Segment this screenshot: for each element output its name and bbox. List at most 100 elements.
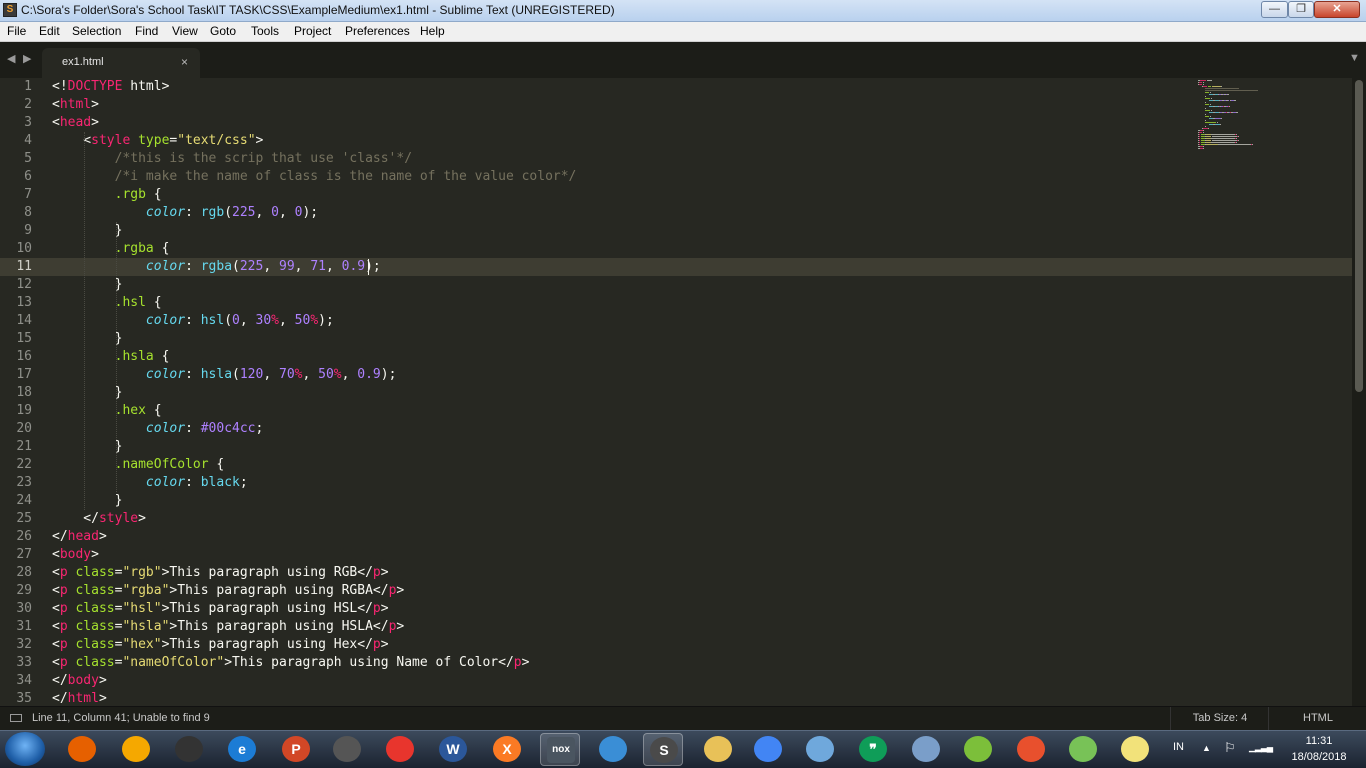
code-line[interactable]: color: rgb(225, 0, 0); bbox=[52, 204, 318, 222]
action-center-icon[interactable]: ⚐ bbox=[1224, 740, 1236, 756]
menu-goto[interactable]: Goto bbox=[210, 24, 236, 38]
show-hidden-icons-arrow-icon[interactable]: ▲ bbox=[1202, 743, 1211, 753]
code-line[interactable]: </html> bbox=[52, 690, 107, 706]
code-line[interactable]: <p class="nameOfColor">This paragraph us… bbox=[52, 654, 529, 672]
tab-ex1-html[interactable]: ex1.html × bbox=[42, 48, 200, 78]
code-line[interactable]: } bbox=[52, 384, 123, 402]
language-indicator[interactable]: IN bbox=[1173, 741, 1184, 753]
minimap-line bbox=[1198, 142, 1200, 143]
editor-area[interactable]: 1 2 3 4 5 6 7 8 9 10 11 12 13 14 15 16 17 18 19 20 21 22 23 24 2… bbox=[0, 78, 1352, 706]
menu-preferences[interactable]: Preferences bbox=[345, 24, 410, 38]
firefox-taskbar-button[interactable] bbox=[62, 733, 102, 766]
code-line[interactable]: <p class="rgba">This paragraph using RGB… bbox=[52, 582, 404, 600]
code-line[interactable]: /*this is the scrip that use 'class'*/ bbox=[52, 150, 412, 168]
menu-find[interactable]: Find bbox=[135, 24, 158, 38]
clock-time[interactable]: 11:31 bbox=[1284, 735, 1354, 747]
menu-project[interactable]: Project bbox=[294, 24, 331, 38]
menu-tools[interactable]: Tools bbox=[251, 24, 279, 38]
tab-forward-arrow-icon[interactable]: ▶ bbox=[23, 52, 31, 65]
code-line[interactable]: <head> bbox=[52, 114, 99, 132]
code-line[interactable]: } bbox=[52, 276, 123, 294]
code-line[interactable]: <p class="hsl">This paragraph using HSL<… bbox=[52, 600, 389, 618]
android-studio-taskbar-button[interactable] bbox=[1063, 733, 1103, 766]
code-line[interactable]: } bbox=[52, 330, 123, 348]
code-line[interactable]: } bbox=[52, 438, 123, 456]
tab-close-icon[interactable]: × bbox=[181, 55, 188, 69]
syntax-indicator[interactable]: HTML bbox=[1268, 707, 1366, 730]
nox-taskbar-button[interactable]: nox bbox=[540, 733, 580, 766]
close-button[interactable]: ✕ bbox=[1314, 1, 1360, 18]
unity-taskbar-button[interactable] bbox=[169, 733, 209, 766]
menu-help[interactable]: Help bbox=[420, 24, 445, 38]
sticky-notes-taskbar-button[interactable] bbox=[1115, 733, 1155, 766]
chrome-taskbar-button[interactable] bbox=[748, 733, 788, 766]
microphone-taskbar-button[interactable] bbox=[327, 733, 367, 766]
hangouts-taskbar-button[interactable]: ❞ bbox=[853, 733, 893, 766]
code-line[interactable]: .rgba { bbox=[52, 240, 170, 258]
internet-explorer-taskbar-button[interactable]: e bbox=[222, 733, 262, 766]
xampp-sun-taskbar-button[interactable] bbox=[116, 733, 156, 766]
code-line[interactable]: color: rgba(225, 99, 71, 0.9); bbox=[52, 258, 381, 276]
code-token: 0 bbox=[232, 313, 240, 328]
code-token: type bbox=[138, 133, 170, 148]
tab-size-indicator[interactable]: Tab Size: 4 bbox=[1170, 707, 1269, 730]
tab-dropdown-icon[interactable]: ▼ bbox=[1349, 52, 1360, 64]
minimap-line bbox=[1205, 104, 1209, 105]
code-line[interactable]: .hex { bbox=[52, 402, 162, 420]
sublime-text-taskbar-button[interactable]: S bbox=[643, 733, 683, 766]
code-line[interactable]: <body> bbox=[52, 546, 99, 564]
code-line[interactable]: .hsla { bbox=[52, 348, 170, 366]
code-line[interactable]: </head> bbox=[52, 528, 107, 546]
maximize-button[interactable]: ❐ bbox=[1288, 1, 1314, 18]
file-explorer-taskbar-button[interactable] bbox=[698, 733, 738, 766]
code-line[interactable]: .hsl { bbox=[52, 294, 162, 312]
notepad-taskbar-button[interactable] bbox=[800, 733, 840, 766]
code-line[interactable]: </body> bbox=[52, 672, 107, 690]
code-token: color bbox=[145, 421, 186, 436]
network-signal-icon[interactable]: ▁▂▃▄ bbox=[1249, 742, 1273, 753]
code-token: } bbox=[52, 493, 123, 508]
start-button[interactable] bbox=[5, 732, 45, 766]
tab-back-arrow-icon[interactable]: ◀ bbox=[7, 52, 15, 65]
code-token: , bbox=[294, 259, 311, 274]
line-number: 3 bbox=[24, 115, 32, 130]
code-line[interactable]: color: hsl(0, 30%, 50%); bbox=[52, 312, 334, 330]
word-taskbar-button[interactable]: W bbox=[433, 733, 473, 766]
tool-app-icon bbox=[1017, 736, 1045, 762]
panel-toggle-icon[interactable] bbox=[10, 714, 22, 722]
menu-edit[interactable]: Edit bbox=[39, 24, 60, 38]
code-line[interactable]: } bbox=[52, 222, 123, 240]
code-line[interactable]: <p class="hex">This paragraph using Hex<… bbox=[52, 636, 389, 654]
xampp-taskbar-button[interactable]: X bbox=[487, 733, 527, 766]
code-line[interactable]: color: black; bbox=[52, 474, 248, 492]
code-line[interactable]: <html> bbox=[52, 96, 99, 114]
media-player-taskbar-button[interactable] bbox=[593, 733, 633, 766]
code-line[interactable]: <!DOCTYPE html> bbox=[52, 78, 169, 96]
code-token: .rgba bbox=[52, 241, 154, 256]
code-line[interactable]: } bbox=[52, 492, 123, 510]
minimap[interactable] bbox=[1198, 78, 1268, 149]
powerpoint-taskbar-button[interactable]: P bbox=[276, 733, 316, 766]
minimize-button[interactable]: — bbox=[1261, 1, 1288, 18]
code-line[interactable]: <p class="rgb">This paragraph using RGB<… bbox=[52, 564, 389, 582]
tool-app-taskbar-button[interactable] bbox=[1011, 733, 1051, 766]
vertical-scrollbar[interactable] bbox=[1352, 78, 1366, 706]
code-token: > bbox=[396, 619, 405, 634]
menu-selection[interactable]: Selection bbox=[72, 24, 121, 38]
code-line[interactable]: color: hsla(120, 70%, 50%, 0.9); bbox=[52, 366, 397, 384]
code-line[interactable]: /*i make the name of class is the name o… bbox=[52, 168, 577, 186]
paint-taskbar-button[interactable] bbox=[906, 733, 946, 766]
code-line[interactable]: <p class="hsla">This paragraph using HSL… bbox=[52, 618, 404, 636]
green-app-taskbar-button[interactable] bbox=[958, 733, 998, 766]
line-number: 26 bbox=[16, 529, 32, 544]
minimap-line bbox=[1205, 96, 1207, 97]
clock-date[interactable]: 18/08/2018 bbox=[1274, 751, 1364, 763]
code-line[interactable]: .nameOfColor { bbox=[52, 456, 225, 474]
menu-file[interactable]: File bbox=[7, 24, 26, 38]
menu-view[interactable]: View bbox=[172, 24, 198, 38]
camera-app-taskbar-button[interactable] bbox=[380, 733, 420, 766]
code-line[interactable]: </style> bbox=[52, 510, 146, 528]
code-line[interactable]: .rgb { bbox=[52, 186, 162, 204]
minimap-line bbox=[1205, 126, 1207, 127]
scrollbar-thumb[interactable] bbox=[1355, 80, 1363, 392]
